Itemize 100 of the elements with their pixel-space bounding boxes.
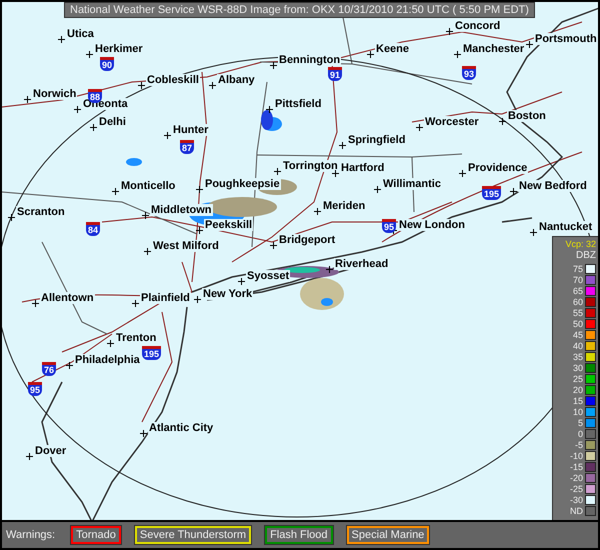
- interstate-shield: 90: [100, 57, 114, 71]
- city-marker-icon: [8, 214, 15, 221]
- city-label: Bridgeport: [278, 234, 336, 246]
- warning-type-label: Tornado: [71, 526, 121, 544]
- city-marker-icon: [459, 170, 466, 177]
- city-marker-icon: [266, 106, 273, 113]
- city-label: Delhi: [98, 116, 127, 128]
- vcp-label: Vcp: 32: [564, 239, 596, 250]
- city-marker-icon: [270, 62, 277, 69]
- legend-value: 15: [572, 396, 583, 406]
- interstate-shield: 91: [328, 67, 342, 81]
- legend-value: 50: [572, 318, 583, 328]
- interstate-shield: 76: [42, 362, 56, 376]
- city-marker-icon: [238, 278, 245, 285]
- city-label: New London: [398, 219, 466, 231]
- city-marker-icon: [416, 124, 423, 131]
- city-marker-icon: [90, 124, 97, 131]
- city-label: Hunter: [172, 124, 210, 136]
- interstate-shield: 195: [482, 186, 502, 200]
- city-marker-icon: [140, 430, 147, 437]
- legend-value: 20: [572, 384, 583, 394]
- city-label: Nantucket: [538, 221, 594, 233]
- legend-value: -25: [570, 484, 583, 494]
- city-label: Portsmouth: [534, 33, 598, 45]
- city-label: Trenton: [115, 332, 158, 344]
- city-label: Boston: [507, 110, 547, 122]
- city-marker-icon: [196, 186, 203, 193]
- warning-type-label: Special Marine: [346, 526, 430, 544]
- city-marker-icon: [499, 118, 506, 125]
- city-marker-icon: [270, 242, 277, 249]
- legend-value: 10: [572, 406, 583, 416]
- city-label: Springfield: [347, 134, 406, 146]
- unit-label: DBZ: [575, 250, 596, 262]
- legend-value: 40: [572, 340, 583, 350]
- city-label: Peekskill: [204, 219, 254, 231]
- interstate-shield: 95: [382, 219, 396, 233]
- city-label: Meriden: [322, 200, 366, 212]
- city-label: Plainfield: [140, 292, 191, 304]
- legend-value: -30: [570, 494, 583, 504]
- city-marker-icon: [530, 229, 537, 236]
- city-marker-icon: [142, 212, 149, 219]
- city-marker-icon: [138, 82, 145, 89]
- city-marker-icon: [367, 51, 374, 58]
- city-label: Bennington: [278, 54, 342, 66]
- legend-value: -15: [570, 462, 583, 472]
- legend-value: 70: [572, 274, 583, 284]
- city-marker-icon: [66, 362, 73, 369]
- city-label: New York: [202, 288, 254, 300]
- city-label: Syosset: [246, 270, 290, 282]
- city-marker-icon: [194, 296, 201, 303]
- city-label: Scranton: [16, 206, 66, 218]
- legend-value: 30: [572, 362, 583, 372]
- interstate-shield: 195: [142, 346, 162, 360]
- city-label: Hartford: [340, 162, 386, 174]
- city-label: Philadelphia: [74, 354, 141, 366]
- city-marker-icon: [339, 142, 346, 149]
- city-marker-icon: [107, 340, 114, 347]
- city-label: Allentown: [40, 292, 95, 304]
- legend-value: 0: [578, 428, 583, 438]
- city-marker-icon: [209, 82, 216, 89]
- city-label: New Bedford: [518, 180, 588, 192]
- city-marker-icon: [274, 168, 281, 175]
- city-marker-icon: [374, 186, 381, 193]
- city-label: Keene: [375, 43, 410, 55]
- legend-value: -10: [570, 450, 583, 460]
- city-marker-icon: [144, 248, 151, 255]
- city-marker-icon: [74, 106, 81, 113]
- interstate-shield: 95: [28, 382, 42, 396]
- city-marker-icon: [24, 96, 31, 103]
- city-label: Herkimer: [94, 43, 144, 55]
- city-label: West Milford: [152, 240, 220, 252]
- interstate-shield: 87: [180, 140, 194, 154]
- legend-value: -20: [570, 472, 583, 482]
- city-label: Concord: [454, 20, 502, 32]
- city-label: Monticello: [120, 180, 176, 192]
- interstate-shield: 84: [86, 222, 100, 236]
- city-marker-icon: [164, 132, 171, 139]
- city-label: Riverhead: [334, 258, 390, 270]
- city-label: Middletown: [150, 204, 212, 216]
- legend-value: 75: [572, 264, 583, 274]
- legend-value: 60: [572, 296, 583, 306]
- city-marker-icon: [332, 170, 339, 177]
- city-marker-icon: [132, 300, 139, 307]
- interstate-shield: 93: [462, 66, 476, 80]
- city-label: Albany: [217, 74, 256, 86]
- city-marker-icon: [58, 36, 65, 43]
- city-label: Cobleskill: [146, 74, 200, 86]
- city-label: Willimantic: [382, 178, 442, 190]
- city-marker-icon: [26, 453, 33, 460]
- city-label: Providence: [467, 162, 528, 174]
- city-label: Poughkeepsie: [204, 178, 281, 190]
- legend-value: 25: [572, 374, 583, 384]
- title-bar: National Weather Service WSR-88D Image from: OKX 10/31/2010 21:50 UTC ( 5:50 PM EDT): [64, 2, 535, 18]
- legend-value: 45: [572, 330, 583, 340]
- city-marker-icon: [32, 300, 39, 307]
- legend-value: 55: [572, 308, 583, 318]
- city-label: Manchester: [462, 43, 526, 55]
- city-label: Utica: [66, 28, 95, 40]
- city-marker-icon: [326, 266, 333, 273]
- city-marker-icon: [86, 51, 93, 58]
